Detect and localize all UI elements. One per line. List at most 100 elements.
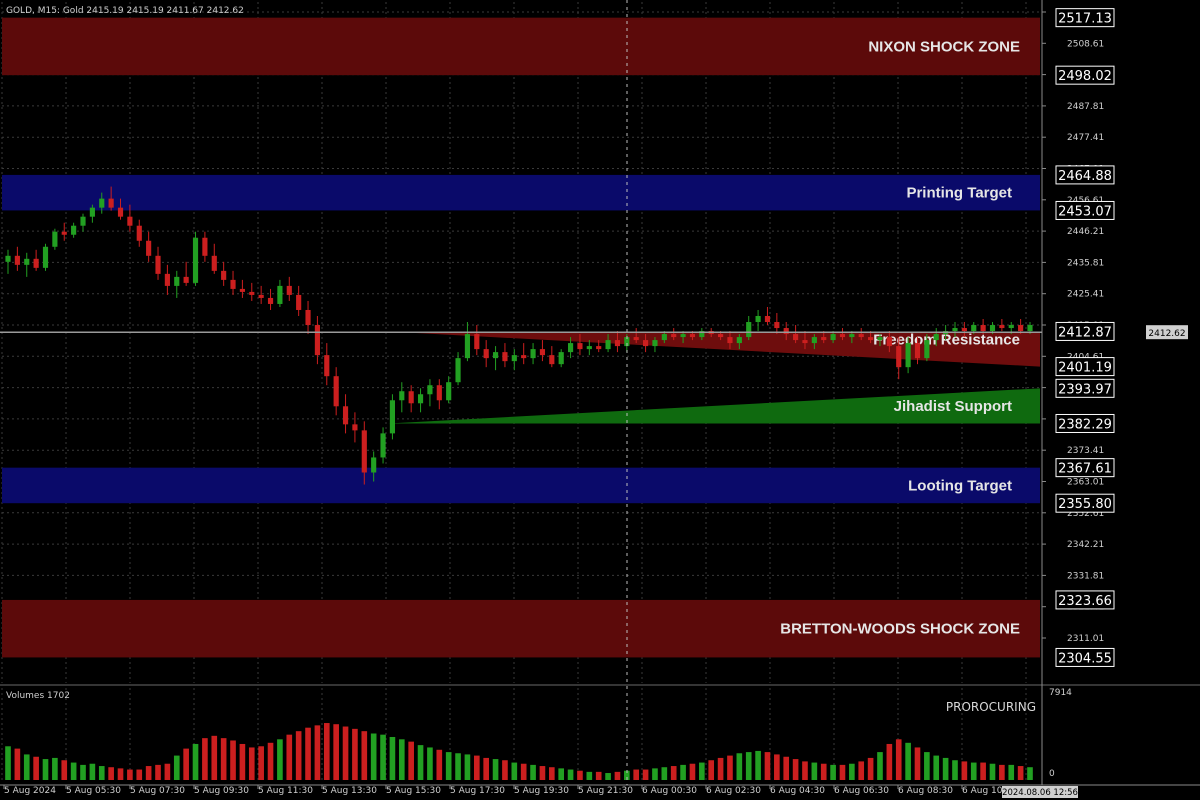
volume-bar [127,769,133,780]
candle-body [474,334,480,350]
time-tick-label: 5 Aug 13:30 [322,786,377,796]
volume-bar [230,740,236,780]
candle-body [71,225,77,235]
candle-body [183,276,189,283]
candle-body [202,237,208,256]
candle-body [1027,325,1033,332]
volume-bar [502,760,508,780]
volume-bar [633,769,640,780]
candle-body [352,424,358,431]
volume-bar [942,757,949,780]
price-level-label: 2401.19 [1058,361,1112,376]
candle-body [221,270,227,280]
candle-body [858,334,864,338]
volume-zero-label: 0 [1049,769,1055,779]
candle-body [61,231,67,235]
volume-bar [924,752,930,780]
volume-bar [277,739,283,780]
price-level-label: 2498.02 [1058,69,1112,84]
candle-body [896,346,902,368]
candle-body [746,322,752,338]
candle-body [342,406,349,425]
volume-bar [895,739,902,780]
candle-body [286,285,292,295]
candle-body [314,325,320,356]
volume-bar [642,769,649,780]
time-tick-label: 5 Aug 21:30 [578,786,633,796]
candle-body [5,255,11,262]
candle-body [549,355,555,365]
candle-body [164,273,170,286]
volume-bar [605,773,611,780]
time-tick-label: 6 Aug 06:30 [834,786,889,796]
candle-body [914,343,921,359]
volume-bar [492,759,499,780]
candle-body [371,457,377,473]
candle-body [802,340,808,344]
candle-body [511,355,517,362]
trading-chart[interactable]: NIXON SHOCK ZONEPrinting TargetFreedom R… [0,0,1200,800]
candle-body [980,325,986,332]
candle-body [108,198,114,208]
candle-body [117,207,124,217]
volume-bar [877,752,883,780]
volume-bar [427,747,433,780]
candle-body [492,352,499,359]
volume-bar [352,728,358,780]
candle-body [961,328,967,332]
candle-body [464,334,471,359]
candle-body [877,337,883,341]
candle-body [324,355,330,377]
candle-body [849,334,855,338]
volume-bar [811,762,818,780]
candle-body [821,337,827,341]
volume-bar [314,725,321,780]
volume-bar [80,764,86,780]
candle-body [455,358,461,383]
candle-body [727,337,733,344]
volume-bar [220,738,227,780]
volume-bar [5,746,11,780]
price-tick-label: 2342.21 [1067,540,1104,550]
candle-body [1018,325,1024,332]
volume-bar [567,769,574,780]
time-tick-label: 6 Aug 02:30 [706,786,761,796]
candle-body [52,231,58,247]
volume-bar [1008,764,1015,780]
candle-body [736,337,742,344]
volume-bar [305,727,311,780]
volume-bar [42,759,49,780]
volume-bar [736,753,743,780]
volume-bar [1027,767,1033,780]
volume-bar [530,764,536,780]
volume-bar [783,756,790,780]
volume-bar [70,762,77,780]
candle-body [24,258,30,265]
price-tick-label: 2487.81 [1067,102,1104,112]
volume-bar [999,764,1005,780]
price-tick-label: 2425.41 [1067,290,1104,300]
volume-bar [248,747,255,780]
candle-body [174,276,180,286]
volume-bar [33,756,39,780]
candle-body [521,355,527,359]
candle-body [127,216,133,226]
volume-bar [764,752,771,780]
price-level-label: 2517.13 [1058,12,1112,27]
candle-body [211,255,217,271]
candle-body [596,346,602,350]
volume-bar [1017,766,1024,780]
volume-bar [464,754,471,780]
candle-body [333,376,339,407]
candle-body [14,255,20,265]
zone-label: Jihadist Support [894,398,1012,415]
indicator-label: PROROCURING [946,700,1036,714]
volume-bar [905,742,911,780]
candle-body [577,343,583,350]
volume-bar [473,755,480,780]
volume-bar [323,723,330,780]
zone-label: NIXON SHOCK ZONE [868,38,1020,55]
time-tick-label: 6 Aug 04:30 [770,786,825,796]
candle-body [89,207,95,217]
volume-bar [699,762,705,780]
